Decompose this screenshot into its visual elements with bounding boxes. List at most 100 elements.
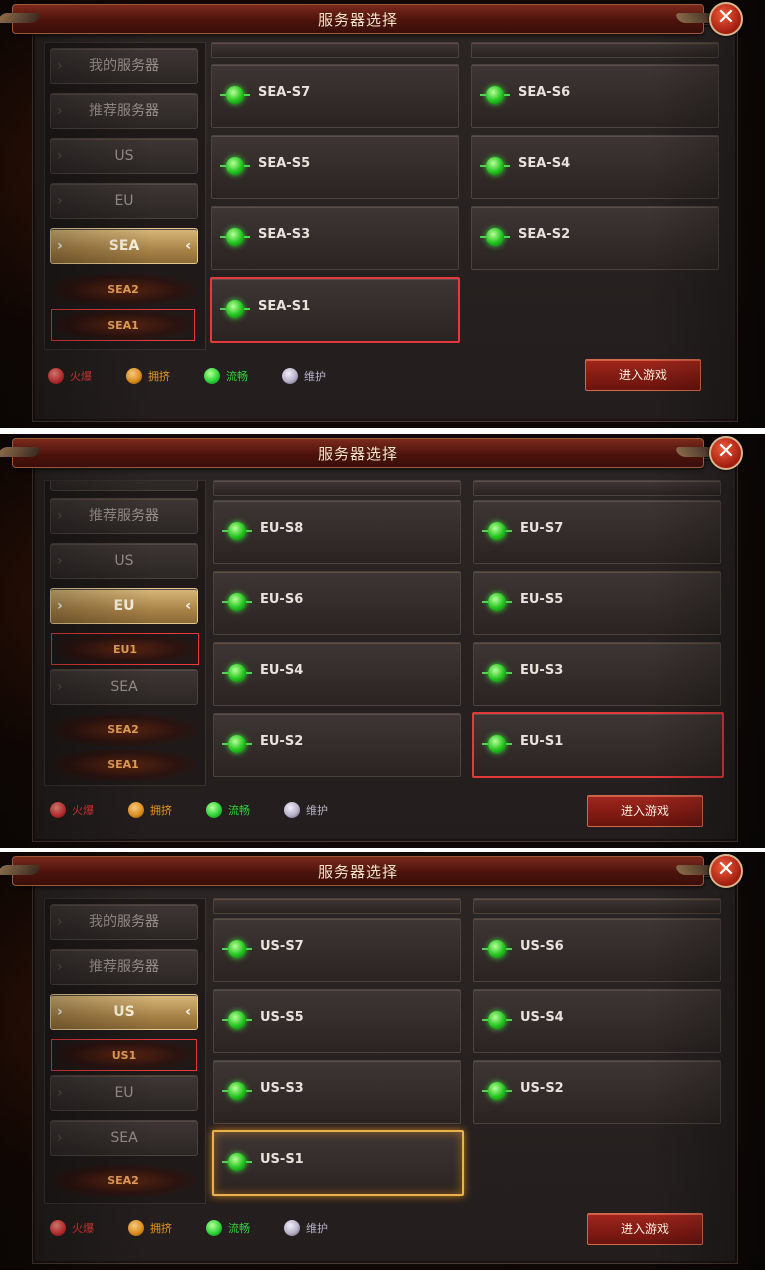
server-card[interactable]: EU-S7	[473, 500, 721, 564]
region-sidebar: › 推荐服务器 › US › EU ‹ EU1 › SEA SEA2 SEA1	[44, 480, 206, 786]
sidebar-subitem-sea2[interactable]: SEA2	[51, 714, 195, 746]
server-name: EU-S3	[520, 663, 564, 678]
legend-item-maintenance: 维护	[284, 800, 328, 820]
server-card-partial	[211, 42, 459, 58]
sidebar-item-recommended[interactable]: › 推荐服务器	[50, 949, 198, 985]
legend-item-hot: 火爆	[48, 366, 92, 386]
server-name: SEA-S2	[518, 227, 571, 242]
chevron-right-icon: ›	[57, 553, 63, 569]
server-card[interactable]: SEA-S4	[471, 135, 719, 199]
legend-item-smooth: 流畅	[204, 366, 248, 386]
server-card-partial	[473, 480, 721, 496]
legend-label: 维护	[306, 804, 328, 817]
server-name: US-S6	[520, 939, 564, 954]
server-card-selected[interactable]: US-S1	[212, 1130, 464, 1196]
region-sidebar: › 我的服务器 › 推荐服务器 › US ‹ US1 › EU › SEA SE…	[44, 898, 206, 1204]
server-card[interactable]: EU-S8	[213, 500, 461, 564]
sidebar-item-eu[interactable]: › EU	[50, 183, 198, 219]
close-icon[interactable]: ✕	[709, 436, 743, 470]
legend-label: 流畅	[228, 804, 250, 817]
sidebar-item-sea[interactable]: › SEA ‹	[50, 228, 198, 264]
server-card[interactable]: US-S5	[213, 989, 461, 1053]
status-smooth-icon	[222, 664, 252, 682]
chevron-right-icon: ›	[57, 58, 63, 74]
sidebar-subitem-eu1[interactable]: EU1	[51, 633, 199, 665]
sidebar-item-eu[interactable]: › EU ‹	[50, 588, 198, 624]
chevron-right-icon: ›	[57, 959, 63, 975]
server-card[interactable]: SEA-S3	[211, 206, 459, 270]
title-bar: 服务器选择	[12, 856, 704, 886]
sidebar-item-label: 我的服务器	[89, 914, 159, 930]
server-card[interactable]: US-S7	[213, 918, 461, 982]
legend-item-crowded: 拥挤	[128, 800, 172, 820]
server-card[interactable]: SEA-S5	[211, 135, 459, 199]
enter-game-button[interactable]: 进入游戏	[587, 1213, 703, 1245]
legend-label: 拥挤	[150, 1222, 172, 1235]
legend-item-hot: 火爆	[50, 800, 94, 820]
enter-game-button[interactable]: 进入游戏	[585, 359, 701, 391]
sidebar-item-my-servers[interactable]: › 我的服务器	[50, 48, 198, 84]
legend-label: 流畅	[226, 370, 248, 383]
legend-item-crowded: 拥挤	[128, 1218, 172, 1238]
server-card[interactable]: EU-S5	[473, 571, 721, 635]
server-card-selected[interactable]: SEA-S1	[210, 277, 460, 343]
server-name: SEA-S4	[518, 156, 571, 171]
server-name: SEA-S3	[258, 227, 311, 242]
server-name: EU-S8	[260, 521, 304, 536]
enter-game-button[interactable]: 进入游戏	[587, 795, 703, 827]
sidebar-subitem-sea2[interactable]: SEA2	[51, 274, 195, 306]
server-name: US-S4	[520, 1010, 564, 1025]
close-icon[interactable]: ✕	[709, 854, 743, 888]
sidebar-item-label: US	[114, 553, 134, 569]
sidebar-item-label: SEA	[110, 1130, 138, 1146]
server-card[interactable]: US-S6	[473, 918, 721, 982]
status-smooth-icon	[222, 1082, 252, 1100]
server-card-selected[interactable]: EU-S1	[472, 712, 724, 778]
server-card[interactable]: SEA-S7	[211, 64, 459, 128]
sidebar-item-us[interactable]: › US	[50, 543, 198, 579]
status-smooth-icon	[480, 157, 510, 175]
sidebar-item-sea[interactable]: › SEA	[50, 1120, 198, 1156]
server-card[interactable]: EU-S3	[473, 642, 721, 706]
sidebar-item-us[interactable]: › US ‹	[50, 994, 198, 1030]
legend-item-smooth: 流畅	[206, 1218, 250, 1238]
crowded-status-icon	[128, 802, 144, 818]
status-smooth-icon	[222, 522, 252, 540]
legend-item-maintenance: 维护	[284, 1218, 328, 1238]
server-card[interactable]: US-S3	[213, 1060, 461, 1124]
sidebar-subitem-sea1[interactable]: SEA1	[51, 749, 195, 781]
status-smooth-icon	[220, 86, 250, 104]
sidebar-item-label: EU	[114, 193, 134, 209]
legend-label: 拥挤	[148, 370, 170, 383]
sidebar-item-us[interactable]: › US	[50, 138, 198, 174]
server-card[interactable]: EU-S2	[213, 713, 461, 777]
sidebar-item-recommended[interactable]: › 推荐服务器	[50, 498, 198, 534]
chevron-right-icon: ›	[57, 238, 63, 254]
server-card[interactable]: EU-S4	[213, 642, 461, 706]
server-name: SEA-S1	[258, 299, 311, 314]
sidebar-subitem-sea2[interactable]: SEA2	[51, 1165, 195, 1197]
sidebar-item-label: SEA	[110, 679, 138, 695]
status-smooth-icon	[222, 1153, 252, 1171]
server-card[interactable]: SEA-S2	[471, 206, 719, 270]
chevron-right-icon: ›	[57, 193, 63, 209]
sidebar-item-label: 推荐服务器	[89, 959, 159, 975]
close-icon[interactable]: ✕	[709, 2, 743, 36]
server-name: EU-S4	[260, 663, 304, 678]
status-smooth-icon	[220, 300, 250, 318]
server-card[interactable]: US-S4	[473, 989, 721, 1053]
hot-status-icon	[48, 368, 64, 384]
sidebar-item-recommended[interactable]: › 推荐服务器	[50, 93, 198, 129]
sidebar-subitem-us1[interactable]: US1	[51, 1039, 197, 1071]
sidebar-subitem-sea1[interactable]: SEA1	[51, 309, 195, 341]
status-smooth-icon	[482, 1011, 512, 1029]
sidebar-item-eu[interactable]: › EU	[50, 1075, 198, 1111]
smooth-status-icon	[206, 802, 222, 818]
server-card[interactable]: EU-S6	[213, 571, 461, 635]
legend-label: 流畅	[228, 1222, 250, 1235]
status-smooth-icon	[482, 664, 512, 682]
server-card[interactable]: SEA-S6	[471, 64, 719, 128]
sidebar-item-sea[interactable]: › SEA	[50, 669, 198, 705]
server-card[interactable]: US-S2	[473, 1060, 721, 1124]
sidebar-item-my-servers[interactable]: › 我的服务器	[50, 904, 198, 940]
